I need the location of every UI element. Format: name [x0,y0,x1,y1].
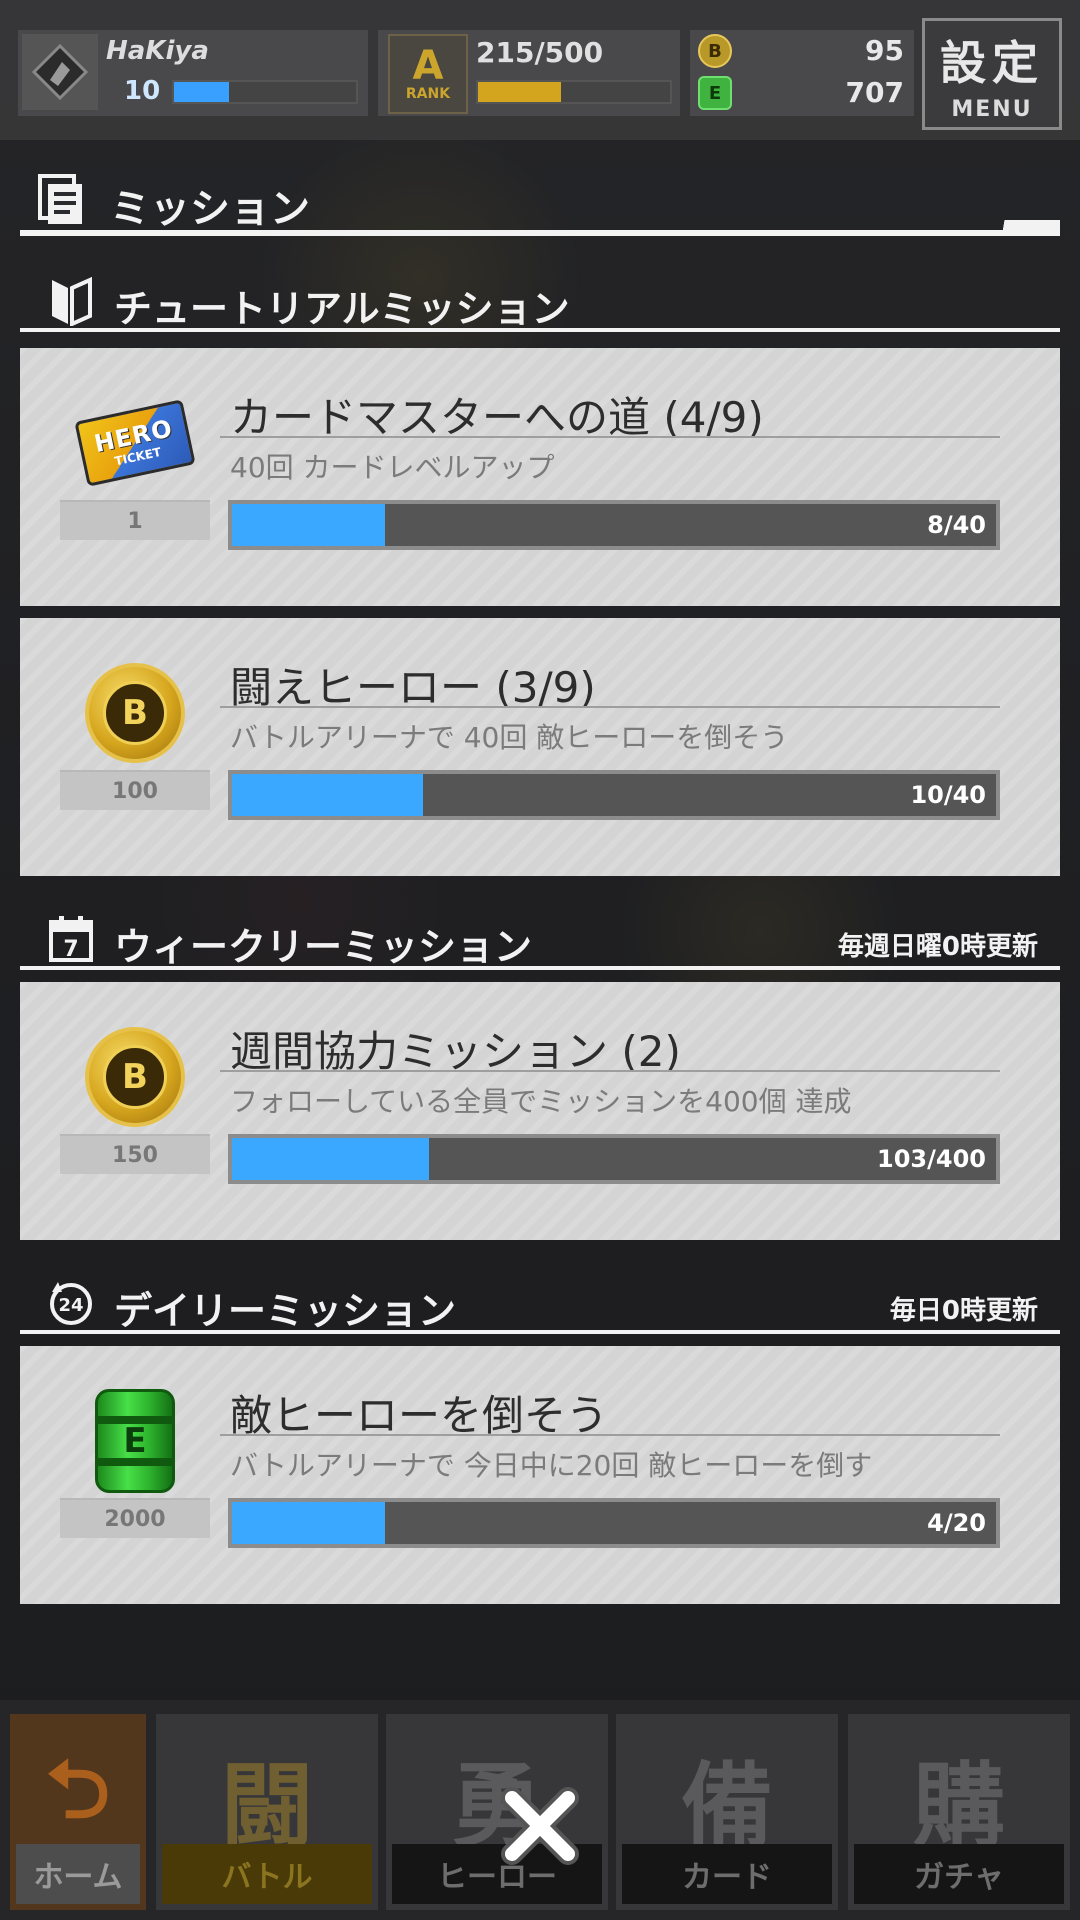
nav-label: ホーム [16,1844,140,1904]
rank-value: 215/500 [476,36,604,69]
mission-card[interactable]: E 2000 敵ヒーローを倒そう バトルアリーナで 今日中に20回 敵ヒーローを… [20,1346,1060,1604]
title-divider [20,230,1060,236]
section-title: チュートリアルミッション [114,287,570,331]
energy-value: 707 [845,76,904,109]
player-name: HaKiya [106,36,209,66]
coin-row: B 95 [696,32,912,70]
daily-section-header: 24 デイリーミッション 毎日0時更新 [20,1274,1060,1334]
energy-row: E 707 [696,74,912,112]
coin-mark: B [103,681,167,745]
mission-progress-bar: 4/20 [228,1498,1000,1548]
mission-description: フォローしている全員でミッションを400個 達成 [230,1085,852,1118]
coin-icon: B [80,658,190,768]
player-xp-fill [174,82,229,102]
nav-gacha[interactable]: 購 ガチャ [848,1714,1070,1910]
coin-icon: B [80,1022,190,1132]
rank-letter: A [412,43,444,89]
settings-menu-button[interactable]: 設定 MENU [922,18,1062,130]
mission-progress-text: 103/400 [877,1145,986,1173]
calendar-icon: 7 [49,916,93,962]
can-mark: E [123,1421,147,1461]
section-divider [20,328,1060,332]
mission-progress-bar: 103/400 [228,1134,1000,1184]
player-level: 10 [124,76,161,106]
nav-battle[interactable]: 闘 バトル [156,1714,378,1910]
mission-progress-fill [232,504,385,546]
mission-divider [220,1070,1000,1072]
nav-label: バトル [162,1844,372,1904]
coin-mark: B [103,1045,167,1109]
rank-progress-bar [476,80,672,104]
title-divider-tip [980,220,1060,230]
clock-24-icon: 24 [50,1282,92,1325]
hero-ticket-icon: HERO TICKET [74,388,196,498]
mission-progress-text: 4/20 [927,1509,986,1537]
weekly-section-header: 7 ウィークリーミッション 毎週日曜0時更新 [20,910,1060,970]
reward-quantity: 100 [60,770,210,810]
mission-card[interactable]: HERO TICKET 1 カードマスターへの道 (4/9) 40回 カードレベ… [20,348,1060,606]
mission-progress-bar: 8/40 [228,500,1000,550]
rank-label: RANK [405,86,451,102]
rank-info[interactable]: A RANK 215/500 [378,30,680,116]
coin-value: 95 [865,34,904,67]
rank-progress-fill [478,82,561,102]
nav-card[interactable]: 備 カード [616,1714,838,1910]
mission-description: バトルアリーナで 40回 敵ヒーローを倒そう [230,721,789,754]
menu-kanji: 設定 [940,35,1044,90]
nav-label: ガチャ [854,1844,1064,1904]
player-info[interactable]: HaKiya 10 [18,30,368,116]
book-icon [52,276,92,326]
reward-quantity: 2000 [60,1498,210,1538]
nav-label: カード [622,1844,832,1904]
coin-icon: B [698,34,732,68]
nav-home[interactable]: ⮌ ホーム [10,1714,146,1910]
refresh-note: 毎日0時更新 [889,1296,1038,1326]
reward-quantity: 150 [60,1134,210,1174]
document-list-icon [38,174,82,224]
svg-text:7: 7 [63,937,78,962]
energy-can-icon: E [698,76,732,110]
svg-text:24: 24 [58,1295,83,1316]
page-title: ミッション [110,186,310,232]
section-title: デイリーミッション [114,1289,457,1333]
player-emblem-icon [22,34,98,110]
mission-description: 40回 カードレベルアップ [230,451,555,484]
mission-divider [220,706,1000,708]
mission-progress-text: 8/40 [927,511,986,539]
mission-divider [220,1434,1000,1436]
top-status-bar: HaKiya 10 A RANK 215/500 B 95 E 707 設定 M… [0,0,1080,140]
close-button[interactable] [490,1776,590,1876]
mission-progress-bar: 10/40 [228,770,1000,820]
close-icon [501,1787,579,1865]
mission-description: バトルアリーナで 今日中に20回 敵ヒーローを倒す [230,1449,873,1482]
mission-progress-fill [232,774,423,816]
section-title: ウィークリーミッション [114,925,533,969]
mission-progress-fill [232,1138,429,1180]
energy-can-icon: E [80,1386,190,1496]
mission-card[interactable]: B 150 週間協力ミッション (2) フォローしている全員でミッションを400… [20,982,1060,1240]
mission-card[interactable]: B 100 闘えヒーロー (3/9) バトルアリーナで 40回 敵ヒーローを倒そ… [20,618,1060,876]
page-header: ミッション [20,168,1060,236]
section-divider [20,1330,1060,1334]
rank-emblem-icon: A RANK [388,34,468,114]
tutorial-section-header: チュートリアルミッション [20,272,1060,332]
menu-label: MENU [951,96,1033,122]
mission-progress-text: 10/40 [910,781,986,809]
mission-divider [220,436,1000,438]
mission-progress-fill [232,1502,385,1544]
section-divider [20,966,1060,970]
refresh-note: 毎週日曜0時更新 [837,932,1038,962]
currency-panel: B 95 E 707 [690,30,914,116]
player-xp-bar [172,80,358,104]
reward-quantity: 1 [60,500,210,540]
